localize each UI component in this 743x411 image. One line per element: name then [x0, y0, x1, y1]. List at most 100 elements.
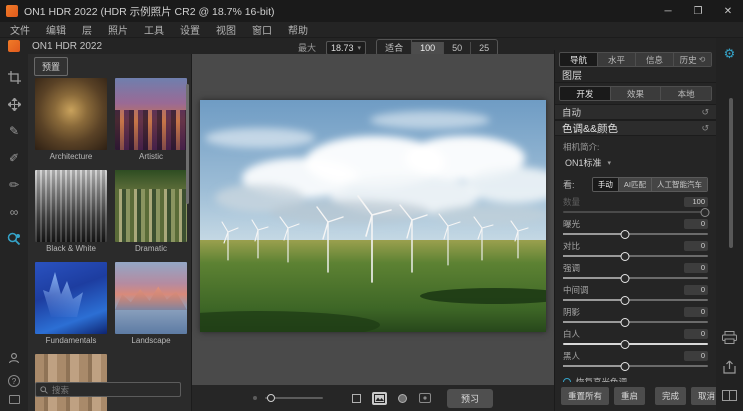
view-tool-icon[interactable] [4, 230, 24, 248]
brush-size-small-icon [253, 396, 257, 400]
menu-file[interactable]: 文件 [10, 22, 30, 37]
slider-handle[interactable] [621, 296, 630, 305]
refine-brush-icon[interactable]: ✏ [4, 176, 24, 194]
zoom-value: 18.73 [331, 43, 354, 53]
midtones-value[interactable]: 0 [684, 285, 708, 295]
slider-handle[interactable] [621, 252, 630, 261]
menu-view[interactable]: 视图 [216, 22, 236, 37]
preset-category-dramatic[interactable]: Dramatic [115, 170, 187, 256]
preset-search-box [35, 382, 181, 397]
preset-category-fundamentals[interactable]: Fundamentals [35, 262, 107, 348]
app-name: ON1 HDR 2022 [32, 41, 102, 52]
preview-button[interactable]: 预习 [447, 389, 493, 408]
menu-layer[interactable]: 层 [82, 22, 92, 37]
on1-hdr-window: ON1 HDR 2022 (HDR 示例照片 CR2 @ 18.7% 16-bi… [0, 0, 743, 411]
chevron-down-icon: ▾ [358, 44, 362, 52]
dramatic-thumbnail [115, 170, 187, 242]
help-icon[interactable]: ? [8, 375, 20, 387]
slider-handle[interactable] [701, 208, 710, 217]
tone-ai-match-button[interactable]: AI匹配 [619, 178, 652, 191]
zoom-value-dropdown[interactable]: 18.73 ▾ [326, 41, 366, 55]
sync-settings-icon[interactable]: ⚙ [724, 46, 736, 62]
close-button[interactable]: ✕ [713, 0, 743, 22]
soft-proof-icon[interactable] [418, 392, 433, 405]
slider-handle[interactable] [621, 274, 630, 283]
mask-view-icon[interactable] [395, 392, 410, 405]
contrast-value[interactable]: 0 [684, 241, 708, 251]
shadows-value[interactable]: 0 [684, 307, 708, 317]
compare-icon[interactable] [722, 390, 737, 401]
done-button[interactable]: 完成 [655, 387, 686, 405]
menu-help[interactable]: 帮助 [288, 22, 308, 37]
menu-settings[interactable]: 设置 [180, 22, 200, 37]
exposure-value[interactable]: 0 [684, 219, 708, 229]
amount-slider: 数量 100 [563, 196, 708, 216]
slider-handle[interactable] [621, 318, 630, 327]
search-input[interactable] [52, 385, 176, 395]
menu-photo[interactable]: 照片 [108, 22, 128, 37]
fit-button[interactable]: 适合 [377, 40, 412, 55]
preset-category-artistic[interactable]: Artistic [115, 78, 187, 164]
opacity-slider[interactable] [265, 397, 323, 399]
photo-wind-turbines[interactable] [200, 100, 546, 332]
tone-color-body: 相机简介: ON1标准 ▾ 看: 手动 AI匹配 人工智能汽车 数量 100 [555, 136, 716, 382]
tab-history[interactable]: 历史 ⟲ [674, 53, 711, 66]
opacity-slider-handle[interactable] [267, 394, 275, 402]
tab-levels[interactable]: 水平 [598, 53, 636, 66]
move-tool-icon[interactable] [4, 95, 24, 113]
masking-brush-icon[interactable]: ✐ [4, 149, 24, 167]
amount-value[interactable]: 100 [684, 197, 708, 207]
architecture-thumbnail [35, 78, 107, 150]
camera-profile-dropdown[interactable]: ON1标准 ▾ [565, 156, 708, 169]
presets-tab[interactable]: 预置 [34, 57, 68, 76]
tab-navigator[interactable]: 导航 [560, 53, 598, 66]
single-image-view-icon[interactable] [372, 392, 387, 405]
menu-edit[interactable]: 编辑 [46, 22, 66, 37]
midtones-slider: 中间调0 [563, 284, 708, 304]
slider-handle[interactable] [621, 230, 630, 239]
zoom-50-button[interactable]: 50 [444, 42, 471, 54]
maximize-button[interactable]: ❐ [683, 0, 713, 22]
masking-bug-icon[interactable]: ∞ [4, 203, 24, 221]
crop-tool-icon[interactable] [4, 68, 24, 86]
zoom-label: 最大 [298, 41, 316, 54]
adjustment-brush-icon[interactable]: ✎ [4, 122, 24, 140]
reset-icon[interactable]: ↺ [701, 107, 709, 118]
minimize-button[interactable]: ─ [653, 0, 683, 22]
blacks-value[interactable]: 0 [684, 351, 708, 361]
tab-info[interactable]: 信息 [636, 53, 674, 66]
panel-scrollbar[interactable] [729, 98, 733, 248]
zoom-25-button[interactable]: 25 [471, 42, 497, 54]
slider-handle[interactable] [621, 340, 630, 349]
reset-button[interactable]: 重启 [614, 387, 645, 405]
tab-develop[interactable]: 开发 [560, 87, 611, 100]
menu-window[interactable]: 窗口 [252, 22, 272, 37]
zoom-100-button[interactable]: 100 [412, 42, 444, 54]
landscape-thumbnail [115, 262, 187, 334]
export-icon[interactable] [723, 360, 736, 374]
auto-pane-header[interactable]: 自动 ↺ [555, 104, 716, 120]
tab-local[interactable]: 本地 [661, 87, 711, 100]
whites-value[interactable]: 0 [684, 329, 708, 339]
tone-manual-button[interactable]: 手动 [593, 178, 619, 191]
tone-color-pane-header[interactable]: 色调&&颜色 ↺ [555, 120, 716, 136]
panel-toggle-left-icon[interactable] [9, 395, 20, 404]
window-title: ON1 HDR 2022 (HDR 示例照片 CR2 @ 18.7% 16-bi… [24, 4, 274, 19]
preset-category-black-white[interactable]: Black & White [35, 170, 107, 256]
account-icon[interactable] [4, 349, 24, 367]
tool-strip: ✎ ✐ ✏ ∞ ? [0, 54, 28, 411]
reset-all-button[interactable]: 重置所有 [561, 387, 609, 405]
preset-category-landscape[interactable]: Landscape [115, 262, 187, 348]
edit-mode-tabs: 开发 效果 本地 [559, 86, 712, 101]
compare-view-icon[interactable] [349, 392, 364, 405]
menu-tools[interactable]: 工具 [144, 22, 164, 37]
reset-icon[interactable]: ↺ [701, 123, 709, 134]
slider-handle[interactable] [621, 362, 630, 371]
presets-scrollbar[interactable] [186, 84, 189, 204]
contrast-slider: 对比0 [563, 240, 708, 260]
print-icon[interactable] [722, 331, 737, 344]
preset-category-architecture[interactable]: Architecture [35, 78, 107, 164]
highlights-value[interactable]: 0 [684, 263, 708, 273]
tab-effects[interactable]: 效果 [611, 87, 662, 100]
tone-ai-auto-button[interactable]: 人工智能汽车 [652, 178, 707, 191]
